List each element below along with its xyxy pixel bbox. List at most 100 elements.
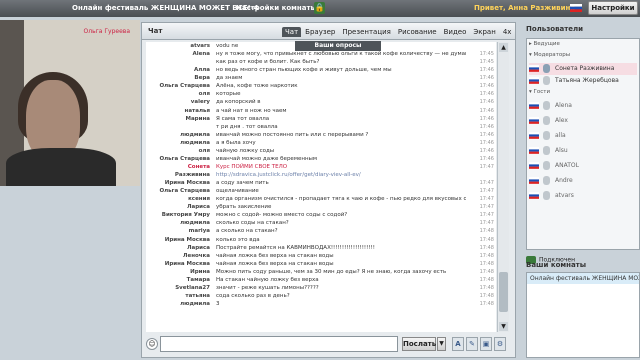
send-options-chevron-down-icon[interactable]: ▼ <box>437 337 446 351</box>
chat-message[interactable]: т ри дня . тот овалла 17:46 <box>146 123 496 131</box>
message-author[interactable]: Alena <box>146 50 211 58</box>
message-author[interactable]: Марина <box>146 115 211 123</box>
user-item[interactable]: atvars <box>529 190 637 202</box>
message-author[interactable]: людмила <box>146 300 210 308</box>
message-author[interactable]: Лариса <box>146 244 210 252</box>
chat-message[interactable]: Ольга Старцева Алёна, кофе тоже наркотик 1… <box>146 82 496 90</box>
message-author[interactable]: Вера <box>146 74 210 82</box>
message-author[interactable]: Svetlana27 <box>146 284 210 292</box>
tab-chat[interactable]: Чат <box>282 27 302 37</box>
message-author[interactable]: Виктория Умру <box>146 211 210 219</box>
chat-message[interactable]: Разживина http://sdravica.justclick.ru/of… <box>146 171 496 179</box>
users-list[interactable]: ▸ Ведущие ▾ Модераторы ▾ Гости Сонета Ра… <box>526 38 640 250</box>
chat-message[interactable]: как раз от кофе и болит. Как быть? 17:45 <box>146 58 496 66</box>
user-item[interactable]: Татьяна Жеребцова <box>529 75 637 87</box>
chat-message[interactable]: людмила а я была хочу 17:46 <box>146 139 496 147</box>
chat-message[interactable]: Ольга Старцева ощелачивание 17:47 <box>146 187 496 195</box>
message-author[interactable]: Ирина Москва <box>146 236 210 244</box>
user-item[interactable]: Сонета Разживина <box>529 63 637 75</box>
group-moderators[interactable]: ▾ Модераторы <box>529 52 637 61</box>
chat-message[interactable]: Лариса Пострайте ремайтся на КАВМИНВОДАХ!… <box>146 244 496 252</box>
chat-message[interactable]: Сонета Курс ПОЙМИ СВОЕ ТЕЛО 17:47 <box>146 163 496 171</box>
message-author[interactable]: Сонета <box>146 163 210 171</box>
text-format-icon[interactable]: A <box>452 337 464 351</box>
message-input[interactable] <box>160 336 398 352</box>
chat-message[interactable]: татьяна сода сколько раз в день? 17:48 <box>146 292 496 300</box>
user-item[interactable]: Alex <box>529 115 637 127</box>
user-item[interactable]: alla <box>529 130 637 142</box>
scroll-thumb[interactable] <box>499 272 508 312</box>
chat-message[interactable]: людмила иванчай можно постоянно пить или … <box>146 131 496 139</box>
message-author[interactable]: наталья <box>146 107 210 115</box>
chat-message[interactable]: Ирина Москва колько это вда 17:48 <box>146 236 496 244</box>
smiley-icon[interactable]: ☺ <box>146 338 158 350</box>
scroll-down-icon[interactable]: ▼ <box>499 322 508 331</box>
chat-message[interactable]: Тамара На стакан чайную ложку без верха 17… <box>146 276 496 284</box>
chat-message[interactable]: Svetlana27 значит - реже кушать лимоны???… <box>146 284 496 292</box>
chat-message[interactable]: ксения когда организм очистился - пропада… <box>146 195 496 203</box>
message-author[interactable]: Ольга Старцева <box>146 155 210 163</box>
user-item[interactable]: Alsu <box>529 145 637 157</box>
polls-tab[interactable]: Ваши опросы <box>295 41 381 51</box>
message-author[interactable]: Ирина Москва <box>146 260 210 268</box>
message-author[interactable]: оля <box>146 147 210 155</box>
send-button[interactable]: Послать <box>402 337 436 351</box>
chat-message[interactable]: Лариса убрать закисление 17:47 <box>146 203 496 211</box>
user-item[interactable]: Andre <box>529 175 637 187</box>
chat-message[interactable]: наталья а чай нат в нож но чаем 17:46 <box>146 107 496 115</box>
message-author[interactable]: татьяна <box>146 292 210 300</box>
chat-message[interactable]: valery да копорский в 17:46 <box>146 98 496 106</box>
chat-scrollbar[interactable]: ▲ ▼ <box>497 42 509 332</box>
message-author[interactable]: atvars <box>146 42 210 50</box>
rooms-list[interactable]: Онлайн фестиваль ЖЕНЩИНА МОЖЕТ ВСЕ!-4 <box>526 272 640 358</box>
tab-drawing[interactable]: Рисование <box>395 27 440 37</box>
chat-message[interactable]: оля чайную ложку соды 17:46 <box>146 147 496 155</box>
message-author[interactable]: Тамара <box>146 276 210 284</box>
chat-message[interactable]: Ирина Можно пить соду раньше, чем за 30 м… <box>146 268 496 276</box>
message-author[interactable]: ксения <box>146 195 210 203</box>
message-list[interactable]: atvars vodu ne Alena ну я тоже могу, что пр… <box>146 42 496 332</box>
chat-message[interactable]: Вера да знаем 17:46 <box>146 74 496 82</box>
message-author[interactable]: Алла <box>146 66 210 74</box>
user-item[interactable]: Alena <box>529 100 637 112</box>
clear-icon[interactable]: ✎ <box>466 337 478 351</box>
chat-message[interactable]: Alena ну я тоже могу, что привыкнет с люб… <box>146 50 496 58</box>
chat-message[interactable]: Ирина Москва а соду зачем пить 17:47 <box>146 179 496 187</box>
message-author[interactable]: Ирина Москва <box>146 179 210 187</box>
room-settings-link[interactable]: Настройки комнаты <box>236 4 317 12</box>
tab-4x[interactable]: 4x <box>500 27 515 37</box>
lock-icon[interactable]: 🔒 <box>314 2 325 14</box>
group-guests[interactable]: ▾ Гости <box>529 89 637 98</box>
chat-message[interactable]: mariya а сколько на стакан? 17:48 <box>146 227 496 235</box>
message-author[interactable]: оля <box>146 90 210 98</box>
russia-flag-icon[interactable] <box>570 4 582 12</box>
message-author[interactable]: Ирина <box>146 268 210 276</box>
scroll-up-icon[interactable]: ▲ <box>499 43 508 52</box>
message-author[interactable]: людмила <box>146 131 210 139</box>
message-author[interactable]: Лариса <box>146 203 210 211</box>
message-author[interactable]: людмила <box>146 219 210 227</box>
message-author[interactable]: людмила <box>146 139 210 147</box>
chat-message[interactable]: Марина Я сама тот овалла 17:46 <box>146 115 496 123</box>
user-item[interactable]: ANATOL <box>529 160 637 172</box>
chat-message[interactable]: людмила сколько соды на стакан? 17:47 <box>146 219 496 227</box>
message-author[interactable]: valery <box>146 98 210 106</box>
image-icon[interactable]: ▣ <box>480 337 492 351</box>
group-hosts[interactable]: ▸ Ведущие <box>529 41 637 50</box>
chat-message[interactable]: оля которые 17:46 <box>146 90 496 98</box>
room-item[interactable]: Онлайн фестиваль ЖЕНЩИНА МОЖЕТ ВСЕ!-4 <box>527 273 639 284</box>
chat-message[interactable]: Ольга Старцева иванчай можно даже беремен… <box>146 155 496 163</box>
settings-gear-icon[interactable]: ⚙ <box>494 337 506 351</box>
tab-screen[interactable]: Экран <box>470 27 498 37</box>
message-author[interactable]: Леночка <box>146 252 210 260</box>
message-author[interactable]: mariya <box>146 227 210 235</box>
chat-message[interactable]: Виктория Умру можно с содой- можно вместо… <box>146 211 496 219</box>
chat-message[interactable]: Алла но ведь много стран пьющих кофе и жи… <box>146 66 496 74</box>
message-author[interactable]: Ольга Старцева <box>146 187 210 195</box>
tab-presentation[interactable]: Презентация <box>339 27 394 37</box>
message-author[interactable]: Разживина <box>146 171 210 179</box>
chat-message[interactable]: Ирина Москва чайная ложка без верха на ст… <box>146 260 496 268</box>
chat-message[interactable]: людмила 3 17:48 <box>146 300 496 308</box>
chat-message[interactable]: Леночка чайная ложка без верха на стакан … <box>146 252 496 260</box>
settings-button[interactable]: Настройки <box>588 1 638 15</box>
